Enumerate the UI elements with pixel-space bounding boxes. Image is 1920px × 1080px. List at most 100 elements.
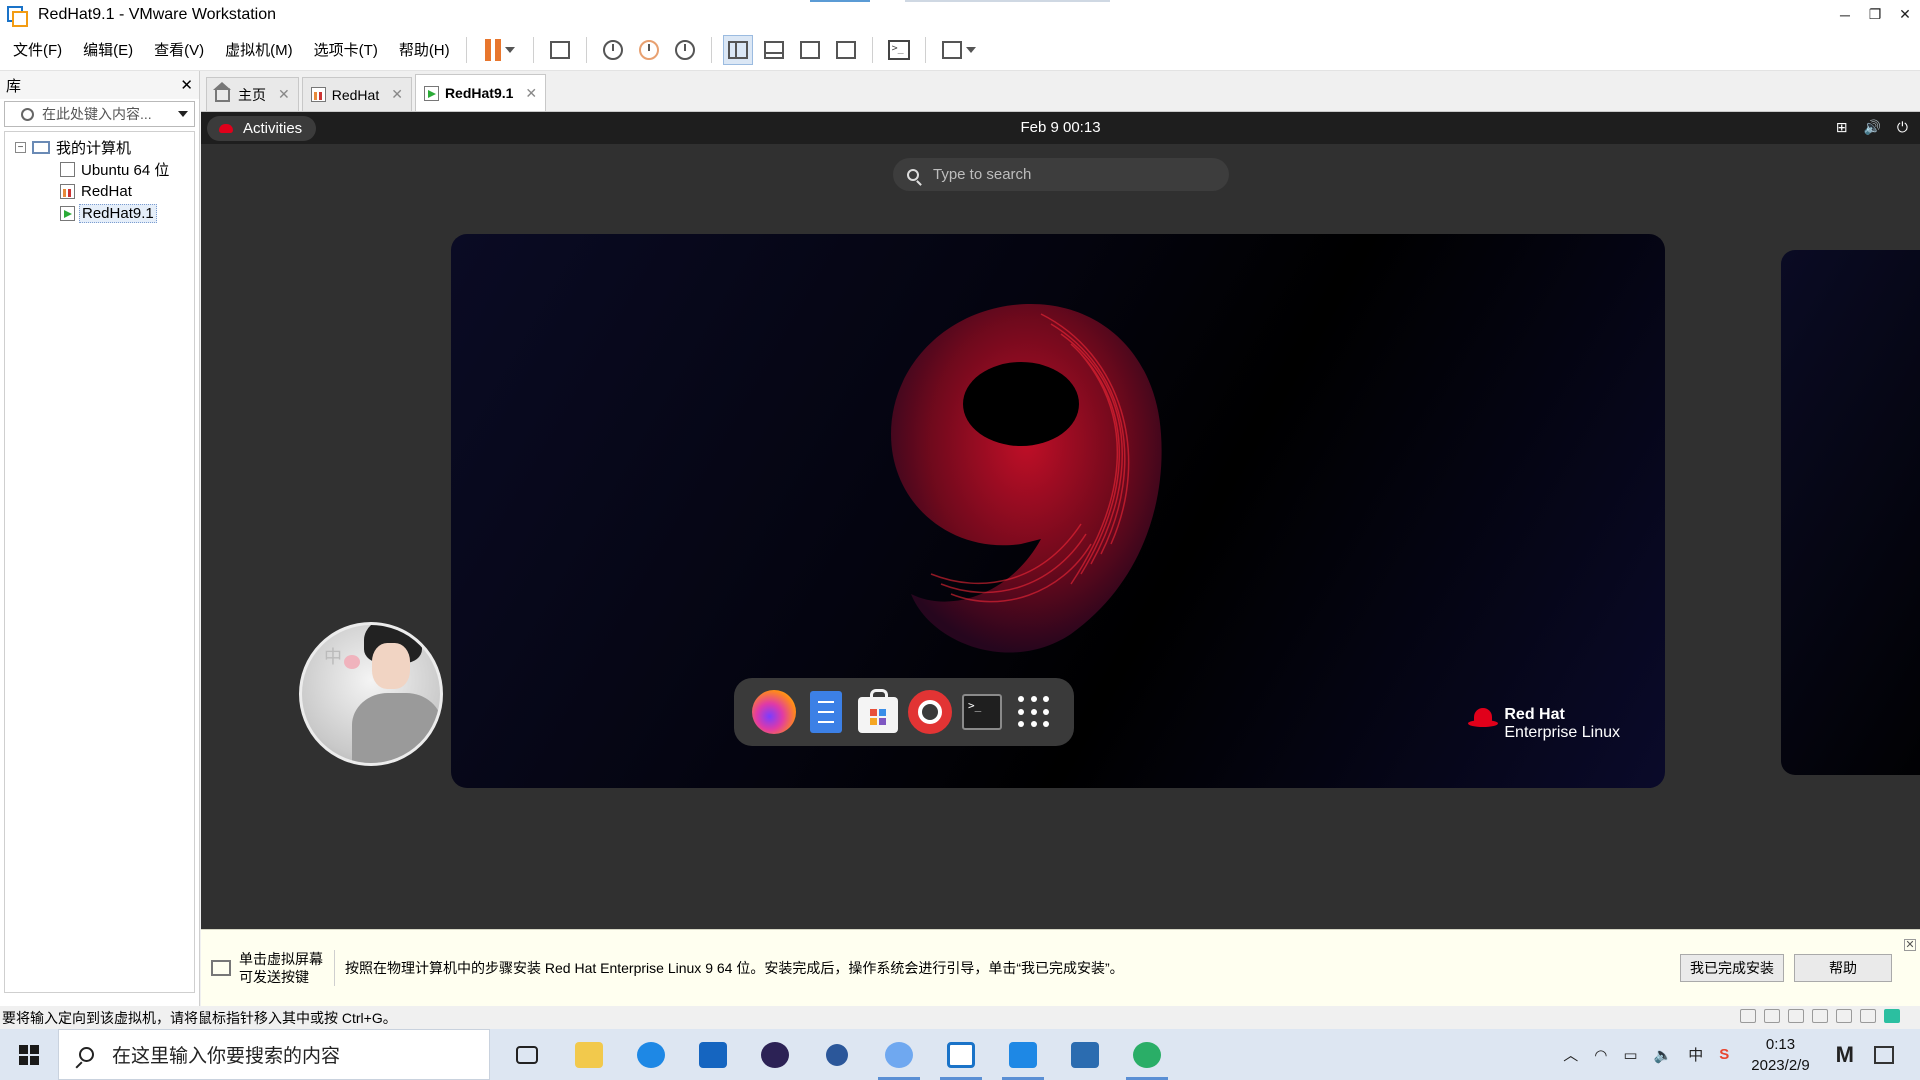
taskbar-word[interactable]: [806, 1029, 868, 1080]
dock-terminal[interactable]: >_: [958, 688, 1006, 736]
power-icon[interactable]: ⏻: [1897, 119, 1908, 136]
workspace-thumbnail-next[interactable]: [1781, 250, 1920, 775]
vm-display[interactable]: Activities Feb 9 00:13 ⊞ 🔊 ⏻ Type to sea…: [201, 112, 1920, 929]
send-ctrl-alt-del-button[interactable]: [545, 35, 575, 65]
dock-files[interactable]: [802, 688, 850, 736]
unity-button[interactable]: [831, 35, 861, 65]
battery-icon[interactable]: ▭: [1623, 1046, 1637, 1064]
fullscreen-icon: [799, 40, 820, 59]
close-window-button[interactable]: ✕: [1890, 0, 1920, 29]
taskbar-clock[interactable]: 0:13 2023/2/9: [1751, 1034, 1809, 1076]
taskbar-time: 0:13: [1765, 1035, 1796, 1053]
fullscreen-button[interactable]: [795, 35, 825, 65]
revert-snapshot-button[interactable]: [634, 35, 664, 65]
chevron-down-icon: [504, 46, 515, 53]
tree-label: RedHat9.1: [79, 203, 157, 223]
show-library-button[interactable]: [722, 34, 753, 65]
menu-vm[interactable]: 虚拟机(M): [217, 39, 301, 60]
ime-indicator[interactable]: 中: [1688, 1044, 1703, 1065]
restore-button[interactable]: ❐: [1860, 0, 1890, 29]
chevron-down-icon[interactable]: [178, 111, 188, 117]
taskbar-wechat[interactable]: [1116, 1029, 1178, 1080]
search-icon: [79, 1047, 94, 1062]
tree-item-my-computer[interactable]: − 我的计算机: [5, 136, 194, 158]
taskbar-app-cluster[interactable]: [868, 1029, 930, 1080]
snapshot-manager-button[interactable]: [670, 35, 700, 65]
start-button[interactable]: [0, 1029, 58, 1080]
pause-icon: [484, 38, 501, 61]
wifi-icon[interactable]: ◠: [1594, 1046, 1607, 1064]
toolbar-separator: [585, 36, 587, 63]
collapse-icon[interactable]: −: [15, 141, 26, 153]
speaker-icon[interactable]: 🔈: [1654, 1046, 1673, 1064]
menu-file[interactable]: 文件(F): [5, 39, 70, 60]
taskbar-search-input[interactable]: 在这里输入你要搜索的内容: [58, 1029, 490, 1080]
toolbar-separator: [710, 36, 712, 63]
library-close-icon[interactable]: ✕: [180, 76, 193, 94]
vm-icon: [60, 161, 75, 177]
search-icon: [907, 168, 919, 181]
menu-help[interactable]: 帮助(H): [391, 39, 458, 60]
sogou-ime-icon[interactable]: S: [1719, 1046, 1729, 1063]
message-icon[interactable]: [1884, 1009, 1900, 1023]
volume-icon[interactable]: 🔊: [1863, 119, 1880, 136]
blue-app-icon: [1009, 1041, 1037, 1068]
close-tab-icon[interactable]: ✕: [391, 86, 403, 103]
photos-icon: [1071, 1041, 1099, 1068]
cd-dvd-icon[interactable]: [1764, 1009, 1780, 1023]
tree-item-redhat[interactable]: RedHat: [5, 180, 194, 202]
console-view-button[interactable]: >_: [884, 35, 914, 65]
close-hint-icon[interactable]: ✕: [1904, 939, 1916, 951]
tab-redhat[interactable]: RedHat ✕: [301, 77, 412, 111]
firefox-icon: [752, 690, 796, 734]
terminal-icon: >_: [962, 694, 1002, 730]
close-tab-icon[interactable]: ✕: [525, 85, 537, 102]
tree-item-redhat91[interactable]: RedHat9.1: [5, 202, 194, 224]
taskbar-photos[interactable]: [1054, 1029, 1116, 1080]
snapshot-button[interactable]: [598, 35, 628, 65]
edge-icon: [637, 1041, 665, 1068]
sound-card-icon[interactable]: [1836, 1009, 1852, 1023]
thumbnail-bar-button[interactable]: [759, 35, 789, 65]
hint-click-to-send-keys: 单击虚拟屏幕 可发送按键: [239, 950, 335, 986]
show-hidden-icons-chevron-up-icon[interactable]: ︿: [1563, 1044, 1578, 1065]
guest-search-input[interactable]: Type to search: [893, 158, 1229, 191]
tree-label: Ubuntu 64 位: [81, 161, 170, 179]
finished-install-button[interactable]: 我已完成安装: [1680, 954, 1784, 982]
hint-help-button[interactable]: 帮助: [1794, 954, 1892, 982]
menu-edit[interactable]: 编辑(E): [75, 39, 141, 60]
window-title: RedHat9.1 - VMware Workstation: [38, 5, 277, 23]
network-icon[interactable]: ⊞: [1836, 119, 1848, 136]
dock-firefox[interactable]: [750, 688, 798, 736]
taskbar-vmware[interactable]: [930, 1029, 992, 1080]
tree-item-ubuntu[interactable]: Ubuntu 64 位: [5, 158, 194, 180]
ime-mode-icon[interactable]: M: [1836, 1042, 1854, 1068]
taskbar-file-explorer[interactable]: [558, 1029, 620, 1080]
tab-home[interactable]: 主页 ✕: [206, 77, 299, 111]
avatar-body: [352, 693, 440, 763]
floating-avatar-widget[interactable]: 中: [299, 622, 443, 766]
notification-center-icon[interactable]: [1874, 1045, 1894, 1064]
menu-tabs[interactable]: 选项卡(T): [306, 39, 386, 60]
chevron-down-icon: [965, 46, 976, 53]
hard-disk-icon[interactable]: [1740, 1009, 1756, 1023]
taskbar-mail[interactable]: [682, 1029, 744, 1080]
library-search-input[interactable]: 在此处键入内容...: [4, 101, 195, 127]
stretch-button[interactable]: [937, 35, 981, 65]
taskbar-teams-app[interactable]: [992, 1029, 1054, 1080]
minimize-button[interactable]: ─: [1830, 0, 1860, 29]
display-icon[interactable]: [1860, 1009, 1876, 1023]
tab-redhat91[interactable]: RedHat9.1 ✕: [414, 74, 547, 111]
dock-software[interactable]: [854, 688, 902, 736]
close-tab-icon[interactable]: ✕: [278, 86, 290, 103]
menu-view[interactable]: 查看(V): [146, 39, 212, 60]
printer-icon[interactable]: [1812, 1009, 1828, 1023]
pause-button[interactable]: [478, 35, 522, 65]
dock-app-grid[interactable]: [1010, 688, 1058, 736]
network-adapter-icon[interactable]: [1788, 1009, 1804, 1023]
taskbar-edge[interactable]: [620, 1029, 682, 1080]
guest-clock[interactable]: Feb 9 00:13: [201, 119, 1920, 136]
dock-help[interactable]: [906, 688, 954, 736]
taskbar-eclipse[interactable]: [744, 1029, 806, 1080]
task-view-button[interactable]: [496, 1029, 558, 1080]
